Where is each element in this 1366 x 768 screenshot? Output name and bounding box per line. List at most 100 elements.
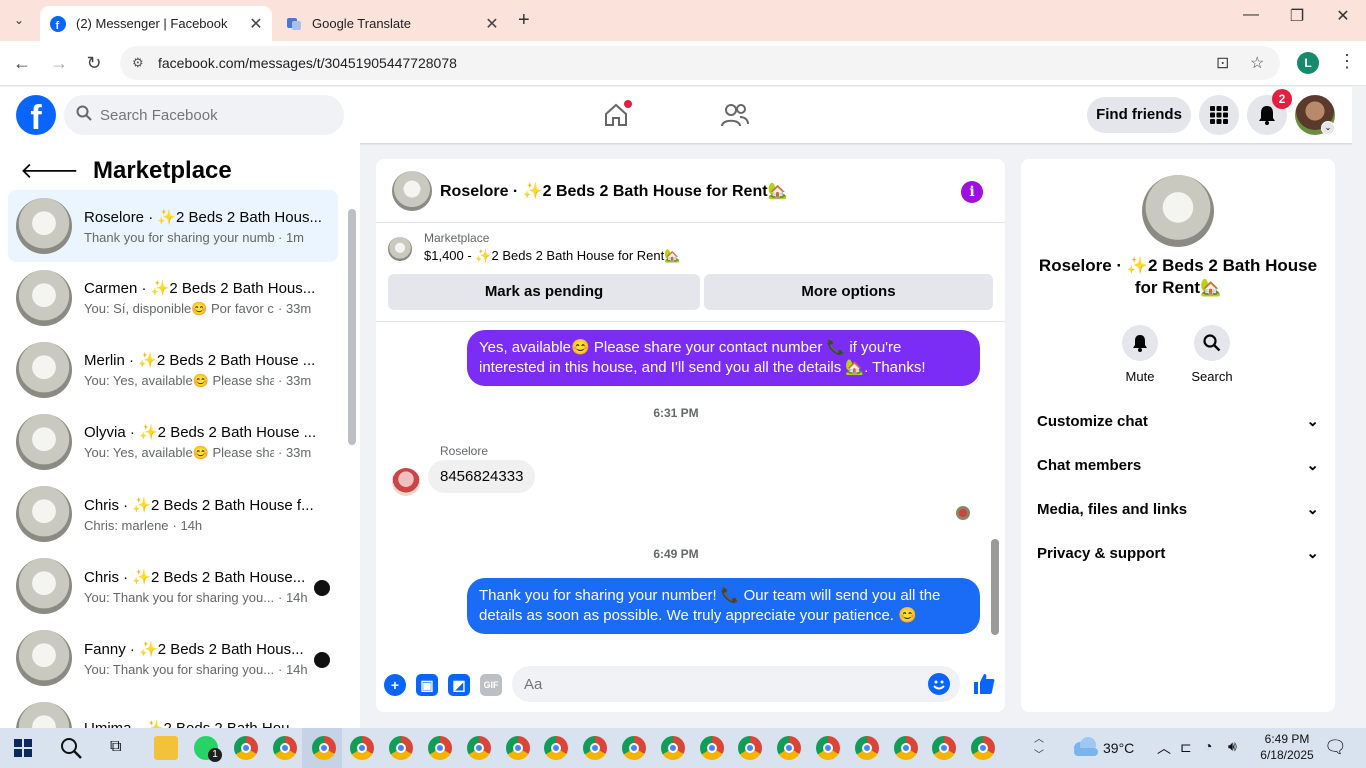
sticker-icon[interactable]: ◩ bbox=[448, 674, 470, 696]
network-adapter-icon[interactable]: ⊏ bbox=[1180, 739, 1192, 756]
chat-time: · 33m bbox=[278, 445, 312, 460]
weather-cloud-icon[interactable] bbox=[1070, 736, 1100, 763]
chrome-profile-icon[interactable] bbox=[622, 736, 646, 760]
chat-list-item[interactable]: Chris · ✨2 Beds 2 Bath House f... Chris: … bbox=[8, 478, 338, 550]
chat-list-header: 🡐 Marketplace bbox=[20, 157, 232, 185]
chrome-profile-icon[interactable] bbox=[583, 736, 608, 760]
mark-as-pending-button[interactable]: Mark as pending bbox=[388, 274, 700, 310]
message-timestamp: 6:49 PM bbox=[653, 547, 699, 561]
clock[interactable]: 6:49 PM 6/18/2025 bbox=[1253, 732, 1321, 762]
scrollbar-thumb[interactable] bbox=[991, 539, 999, 635]
mute-action[interactable]: Mute bbox=[1110, 325, 1170, 384]
chrome-profile-icon[interactable] bbox=[932, 736, 957, 760]
volume-icon[interactable]: 🔊︎ bbox=[1228, 738, 1237, 755]
marketplace-listing-card[interactable]: Marketplace $1,400 - ✨2 Beds 2 Bath Hous… bbox=[388, 231, 680, 264]
restore-button[interactable]: ❐ bbox=[1274, 6, 1320, 26]
back-arrow-icon[interactable]: ← bbox=[10, 51, 34, 75]
site-settings-icon[interactable]: ⚙ bbox=[132, 55, 152, 71]
taskbar-scroll-arrows[interactable]: ︿ ﹀ bbox=[1034, 732, 1044, 764]
scrollbar-thumb[interactable] bbox=[348, 209, 356, 445]
forward-arrow-icon[interactable]: → bbox=[47, 51, 71, 75]
minimize-button[interactable]: — bbox=[1228, 6, 1274, 24]
info-icon[interactable]: i bbox=[961, 181, 983, 203]
emoji-icon[interactable] bbox=[928, 673, 950, 695]
file-explorer-icon[interactable] bbox=[154, 736, 178, 760]
facebook-search[interactable] bbox=[64, 95, 344, 135]
chrome-profile-icon[interactable] bbox=[738, 736, 763, 760]
plus-icon[interactable]: + bbox=[384, 674, 406, 696]
tab-close-icon[interactable]: ✕ bbox=[246, 14, 266, 34]
chrome-profile-icon[interactable] bbox=[505, 736, 530, 760]
chrome-profile-icon[interactable] bbox=[311, 736, 336, 760]
message-input-wrapper[interactable] bbox=[512, 666, 960, 702]
address-bar[interactable]: ⚙ facebook.com/messages/t/30451905447728… bbox=[120, 46, 1280, 80]
install-app-icon[interactable]: ⊡ bbox=[1216, 53, 1229, 73]
tab-close-icon[interactable]: ✕ bbox=[482, 14, 502, 34]
friends-icon[interactable] bbox=[715, 99, 755, 131]
chat-list-item[interactable]: Roselore · ✨2 Beds 2 Bath Hous... Thank y… bbox=[8, 190, 338, 262]
reload-icon[interactable]: ↻ bbox=[82, 51, 106, 75]
conversation-title[interactable]: Roselore · ✨2 Beds 2 Bath House for Rent… bbox=[440, 181, 787, 201]
photo-icon[interactable]: ▣ bbox=[416, 674, 438, 696]
facebook-logo[interactable]: f bbox=[16, 95, 56, 137]
bookmark-star-icon[interactable]: ☆ bbox=[1250, 53, 1264, 73]
tab-search-dropdown[interactable]: ⌄ bbox=[6, 8, 32, 32]
chrome-profile-icon[interactable] bbox=[660, 736, 685, 760]
windows-start-icon[interactable] bbox=[14, 739, 32, 762]
thread-scrollbar[interactable] bbox=[990, 323, 1000, 649]
chat-list-item[interactable]: Fanny · ✨2 Beds 2 Bath Hous... You: Thank… bbox=[8, 622, 338, 694]
tab-google-translate[interactable]: Google Translate ✕ bbox=[276, 6, 508, 41]
contact-avatar-large[interactable] bbox=[1142, 175, 1214, 247]
chrome-profile-icon[interactable] bbox=[544, 736, 569, 760]
chrome-profile-icon[interactable] bbox=[350, 736, 375, 760]
search-action[interactable]: Search bbox=[1182, 325, 1242, 384]
notification-center-icon[interactable]: 🗨︎ bbox=[1324, 737, 1347, 758]
sender-avatar[interactable] bbox=[392, 468, 420, 496]
browser-menu-icon[interactable]: ⋮ bbox=[1338, 51, 1356, 72]
chrome-profile-icon[interactable] bbox=[234, 736, 258, 760]
chrome-profile-icon[interactable] bbox=[893, 736, 918, 760]
chat-list-item[interactable]: Carmen · ✨2 Beds 2 Bath Hous... You: Sí, … bbox=[8, 262, 338, 334]
outgoing-message[interactable]: Thank you for sharing your number! 📞 Our… bbox=[467, 578, 980, 634]
tab-messenger[interactable]: f (2) Messenger | Facebook ✕ bbox=[40, 6, 272, 41]
chrome-profile-icon[interactable] bbox=[971, 736, 996, 760]
chat-list-scrollbar[interactable] bbox=[347, 195, 356, 715]
media-files-links-section[interactable]: Media, files and links ⌄ bbox=[1037, 487, 1319, 531]
chrome-profile-icon[interactable] bbox=[699, 736, 724, 760]
task-view-icon[interactable]: ⧉ bbox=[110, 738, 121, 756]
chrome-profile-icon[interactable] bbox=[272, 736, 297, 760]
privacy-support-section[interactable]: Privacy & support ⌄ bbox=[1037, 531, 1319, 575]
find-friends-button[interactable]: Find friends bbox=[1087, 97, 1191, 133]
chat-members-section[interactable]: Chat members ⌄ bbox=[1037, 443, 1319, 487]
message-timestamp: 6:31 PM bbox=[653, 406, 699, 420]
facebook-search-input[interactable] bbox=[100, 106, 320, 124]
outgoing-message[interactable]: Yes, available😊 Please share your contac… bbox=[467, 330, 980, 386]
chrome-profile-icon[interactable] bbox=[854, 736, 879, 760]
chat-list-item[interactable]: Merlin · ✨2 Beds 2 Bath House ... You: Ye… bbox=[8, 334, 338, 406]
chat-list-item[interactable]: Chris · ✨2 Beds 2 Bath House... You: Than… bbox=[8, 550, 338, 622]
chrome-profile-icon[interactable] bbox=[428, 736, 452, 760]
show-hidden-icons-icon[interactable]: ︿ bbox=[1157, 738, 1171, 758]
back-arrow-icon[interactable]: 🡐 bbox=[20, 158, 79, 184]
wifi-icon[interactable]: ◔ bbox=[1204, 738, 1212, 754]
page-scrollbar[interactable] bbox=[1352, 87, 1366, 728]
incoming-message[interactable]: 8456824333 bbox=[428, 460, 536, 493]
thumbs-up-icon[interactable] bbox=[972, 672, 996, 696]
browser-profile-avatar[interactable]: L bbox=[1297, 52, 1319, 74]
new-tab-button[interactable]: + bbox=[518, 9, 530, 32]
account-chevron-down-icon[interactable]: ⌄ bbox=[1321, 121, 1335, 135]
customize-chat-section[interactable]: Customize chat ⌄ bbox=[1037, 399, 1319, 443]
close-window-button[interactable]: ✕ bbox=[1320, 6, 1366, 26]
chat-list-item[interactable]: Olyvia · ✨2 Beds 2 Bath House ... You: Ye… bbox=[8, 406, 338, 478]
chrome-profile-icon[interactable] bbox=[777, 736, 802, 760]
message-input[interactable] bbox=[524, 675, 904, 693]
chrome-profile-icon[interactable] bbox=[466, 736, 491, 760]
menu-grid-icon[interactable] bbox=[1199, 95, 1239, 135]
gif-icon[interactable]: GIF bbox=[480, 674, 502, 696]
weather-temperature[interactable]: 39°C bbox=[1103, 740, 1134, 756]
contact-avatar[interactable] bbox=[392, 170, 432, 211]
chrome-profile-icon[interactable] bbox=[816, 736, 840, 760]
chrome-profile-icon[interactable] bbox=[389, 736, 414, 760]
more-options-button[interactable]: More options bbox=[704, 274, 993, 310]
taskbar-search-icon[interactable] bbox=[60, 737, 82, 764]
